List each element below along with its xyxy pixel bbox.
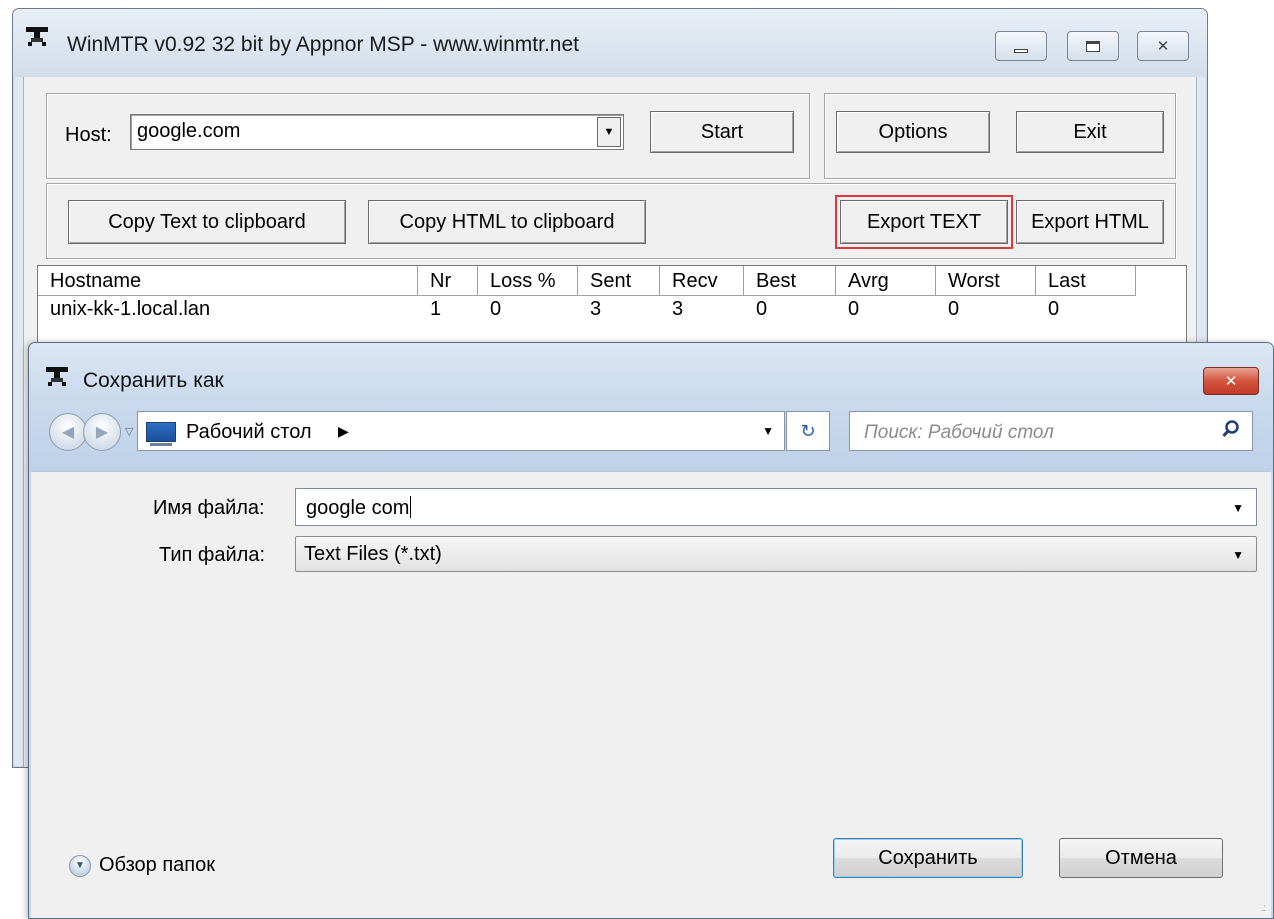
cancel-button[interactable]: Отмена xyxy=(1059,838,1223,878)
column-loss[interactable]: Loss % xyxy=(478,266,578,296)
cell-loss: 0 xyxy=(490,298,502,320)
column-last[interactable]: Last xyxy=(1036,266,1136,296)
column-hostname[interactable]: Hostname xyxy=(38,266,418,296)
start-button[interactable]: Start xyxy=(650,111,794,153)
save-button[interactable]: Сохранить xyxy=(833,838,1023,878)
export-html-button[interactable]: Export HTML xyxy=(1016,200,1164,244)
expand-icon: ▼ xyxy=(69,854,91,877)
cell-sent: 3 xyxy=(590,298,602,320)
column-sent[interactable]: Sent xyxy=(578,266,660,296)
save-dialog-title: Сохранить как xyxy=(83,369,224,392)
column-nr[interactable]: Nr xyxy=(418,266,478,296)
winmtr-app-icon xyxy=(26,27,48,46)
breadcrumb-desktop[interactable]: Рабочий стол xyxy=(186,421,312,444)
close-button[interactable]: ✕ xyxy=(1137,31,1189,61)
resize-grip-icon[interactable]: .: xyxy=(1261,903,1265,914)
filename-label: Имя файла: xyxy=(153,497,265,519)
chevron-down-icon: ▽ xyxy=(125,426,134,438)
filename-input[interactable]: google com ▼ xyxy=(295,488,1257,526)
desktop-folder-icon xyxy=(146,422,176,446)
host-value: google.com xyxy=(137,120,241,142)
back-button[interactable]: ◀ xyxy=(49,413,87,451)
search-placeholder: Поиск: Рабочий стол xyxy=(864,422,1054,443)
host-label: Host: xyxy=(65,124,112,146)
copy-text-button[interactable]: Copy Text to clipboard xyxy=(68,200,346,244)
close-icon: ✕ xyxy=(1156,37,1170,55)
close-icon: ✕ xyxy=(1224,373,1238,390)
filetype-label: Тип файла: xyxy=(159,544,265,566)
dialog-close-button[interactable]: ✕ xyxy=(1203,367,1259,395)
refresh-icon: ↻ xyxy=(800,420,816,441)
browse-folders-toggle[interactable]: ▼ Обзор папок xyxy=(69,854,215,877)
address-dropdown-icon[interactable]: ▼ xyxy=(762,424,774,438)
export-text-button[interactable]: Export TEXT xyxy=(835,195,1013,249)
recent-locations-dropdown[interactable]: ▽ xyxy=(125,425,133,438)
column-recv[interactable]: Recv xyxy=(660,266,744,296)
host-dropdown-button[interactable]: ▼ xyxy=(597,117,621,147)
cell-worst: 0 xyxy=(948,298,960,320)
refresh-button[interactable]: ↻ xyxy=(786,411,830,451)
winmtr-title: WinMTR v0.92 32 bit by Appnor MSP - www.… xyxy=(67,33,579,56)
filetype-dropdown-icon: ▼ xyxy=(1232,548,1244,562)
exit-button[interactable]: Exit xyxy=(1016,111,1164,153)
host-combobox[interactable]: google.com ▼ xyxy=(130,114,624,150)
table-row[interactable]: unix-kk-1.local.lan 1 0 3 3 0 0 0 0 xyxy=(38,298,1136,320)
breadcrumb-arrow-icon[interactable]: ▶ xyxy=(338,423,349,440)
minimize-icon xyxy=(1014,49,1028,53)
winmtr-app-icon xyxy=(46,367,68,386)
list-header: Hostname Nr Loss % Sent Recv Best Avrg W… xyxy=(38,266,1186,296)
copy-html-button[interactable]: Copy HTML to clipboard xyxy=(368,200,646,244)
filename-value: google com xyxy=(306,496,412,519)
save-dialog-body: Имя файла: google com ▼ Тип файла: Text … xyxy=(31,471,1271,918)
cell-hostname: unix-kk-1.local.lan xyxy=(50,298,211,320)
cell-last: 0 xyxy=(1048,298,1060,320)
arrow-left-icon: ◀ xyxy=(61,424,75,441)
filetype-select[interactable]: Text Files (*.txt) ▼ xyxy=(295,536,1257,572)
cell-nr: 1 xyxy=(430,298,442,320)
column-best[interactable]: Best xyxy=(744,266,836,296)
column-avrg[interactable]: Avrg xyxy=(836,266,936,296)
search-icon[interactable] xyxy=(1222,420,1240,438)
save-as-dialog: Сохранить как ✕ ◀ ▶ ▽ Рабочий стол ▶ ▼ ↻… xyxy=(28,342,1274,919)
maximize-button[interactable] xyxy=(1067,31,1119,61)
search-box[interactable]: Поиск: Рабочий стол xyxy=(849,411,1253,451)
options-button[interactable]: Options xyxy=(836,111,990,153)
column-worst[interactable]: Worst xyxy=(936,266,1036,296)
minimize-button[interactable] xyxy=(995,31,1047,61)
cell-avrg: 0 xyxy=(848,298,860,320)
address-bar[interactable]: Рабочий стол ▶ ▼ xyxy=(137,411,785,451)
chevron-down-icon: ▼ xyxy=(603,126,615,138)
arrow-right-icon: ▶ xyxy=(95,424,109,441)
winmtr-titlebar[interactable]: WinMTR v0.92 32 bit by Appnor MSP - www.… xyxy=(13,9,1207,77)
cell-recv: 3 xyxy=(672,298,684,320)
browse-folders-label: Обзор папок xyxy=(99,854,215,876)
filename-dropdown-icon[interactable]: ▼ xyxy=(1232,501,1244,515)
filetype-value: Text Files (*.txt) xyxy=(304,543,442,565)
forward-button[interactable]: ▶ xyxy=(83,413,121,451)
cell-best: 0 xyxy=(756,298,768,320)
maximize-icon xyxy=(1086,40,1100,52)
save-dialog-titlebar[interactable]: Сохранить как ✕ ◀ ▶ ▽ Рабочий стол ▶ ▼ ↻… xyxy=(29,343,1273,471)
